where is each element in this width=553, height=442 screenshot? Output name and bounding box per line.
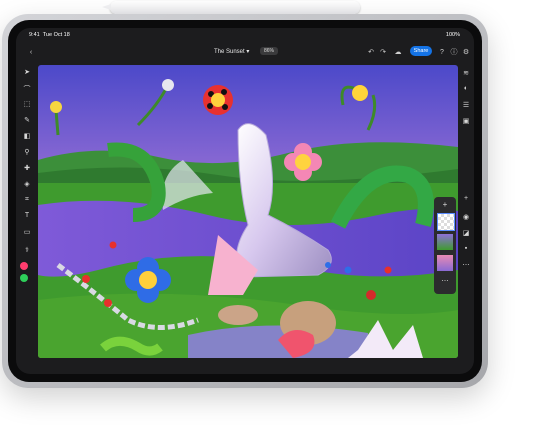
properties-icon[interactable]: ☰: [460, 101, 472, 109]
add-layer-icon[interactable]: +: [439, 200, 451, 209]
adjustments-icon[interactable]: ◐: [460, 85, 472, 92]
info-icon[interactable]: ⓘ: [449, 47, 459, 57]
ipad-device: 9:41 Tue Oct 18 100% ‹ The Sunset ▾ 86% …: [2, 14, 488, 388]
cloud-icon[interactable]: ☁: [393, 47, 403, 57]
more-options-icon[interactable]: ⋯: [439, 277, 451, 285]
left-toolbar: ➤ ⌒ ⬚ ✎ ◧ ⚲ ✚ ◈ ⌗ T ▭ ⚕: [16, 65, 38, 358]
ipad-bezel: 9:41 Tue Oct 18 100% ‹ The Sunset ▾ 86% …: [8, 20, 482, 382]
comments-icon[interactable]: ▣: [460, 117, 472, 125]
lasso-icon[interactable]: ⌒: [21, 84, 33, 94]
app-top-bar: ‹ The Sunset ▾ 86% ↶ ↷ ☁ Share ? ⓘ ⚙: [16, 41, 474, 65]
add-layer-panel-icon[interactable]: +: [460, 195, 472, 202]
shape-icon[interactable]: ▭: [21, 228, 33, 236]
document-title[interactable]: The Sunset ▾: [214, 48, 249, 55]
type-icon[interactable]: T: [21, 212, 33, 219]
right-toolbar: ≋ ◐ ☰ ▣ + ◉ ◪ ▪ ⋯: [458, 65, 474, 358]
crop-icon[interactable]: ⌗: [21, 196, 33, 204]
layer-thumbnail[interactable]: [437, 255, 453, 271]
lock-icon[interactable]: ▪: [460, 245, 472, 252]
eraser-icon[interactable]: ◧: [21, 132, 33, 140]
apple-pencil: [102, 1, 360, 14]
app-screen: 9:41 Tue Oct 18 100% ‹ The Sunset ▾ 86% …: [16, 28, 474, 374]
layer-thumbnail[interactable]: [437, 234, 453, 250]
visibility-eye-icon[interactable]: ◉: [460, 213, 472, 221]
zoom-level[interactable]: 86%: [260, 47, 279, 55]
settings-gear-icon[interactable]: ⚙: [461, 47, 471, 57]
clone-stamp-icon[interactable]: ⚲: [21, 148, 33, 156]
layers-panel: + ⋯: [434, 197, 456, 294]
select-subject-icon[interactable]: ⬚: [21, 100, 33, 108]
more-options-icon[interactable]: ⋯: [460, 261, 472, 269]
status-bar: 9:41 Tue Oct 18 100%: [16, 28, 474, 41]
artwork-sunset-scene: [38, 65, 458, 358]
fill-icon[interactable]: ◈: [21, 180, 33, 188]
secondary-color-swatch[interactable]: [20, 274, 28, 282]
layers-icon[interactable]: ≋: [460, 69, 472, 77]
layer-thumbnail[interactable]: [437, 213, 455, 231]
share-button[interactable]: Share: [410, 46, 432, 56]
brush-icon[interactable]: ✎: [21, 116, 33, 124]
move-icon[interactable]: ➤: [21, 68, 33, 76]
eyedropper-icon[interactable]: ⚕: [21, 246, 33, 254]
status-battery: 100%: [445, 32, 460, 38]
help-icon[interactable]: ?: [437, 47, 447, 57]
status-time: 9:41 Tue Oct 18: [29, 32, 70, 38]
primary-color-swatch[interactable]: [20, 262, 28, 270]
mask-icon[interactable]: ◪: [460, 229, 472, 237]
redo-icon[interactable]: ↷: [378, 47, 388, 57]
healing-icon[interactable]: ✚: [21, 164, 33, 172]
back-chevron-icon[interactable]: ‹: [26, 47, 36, 57]
image-canvas[interactable]: + ⋯: [38, 65, 458, 358]
undo-icon[interactable]: ↶: [366, 47, 376, 57]
